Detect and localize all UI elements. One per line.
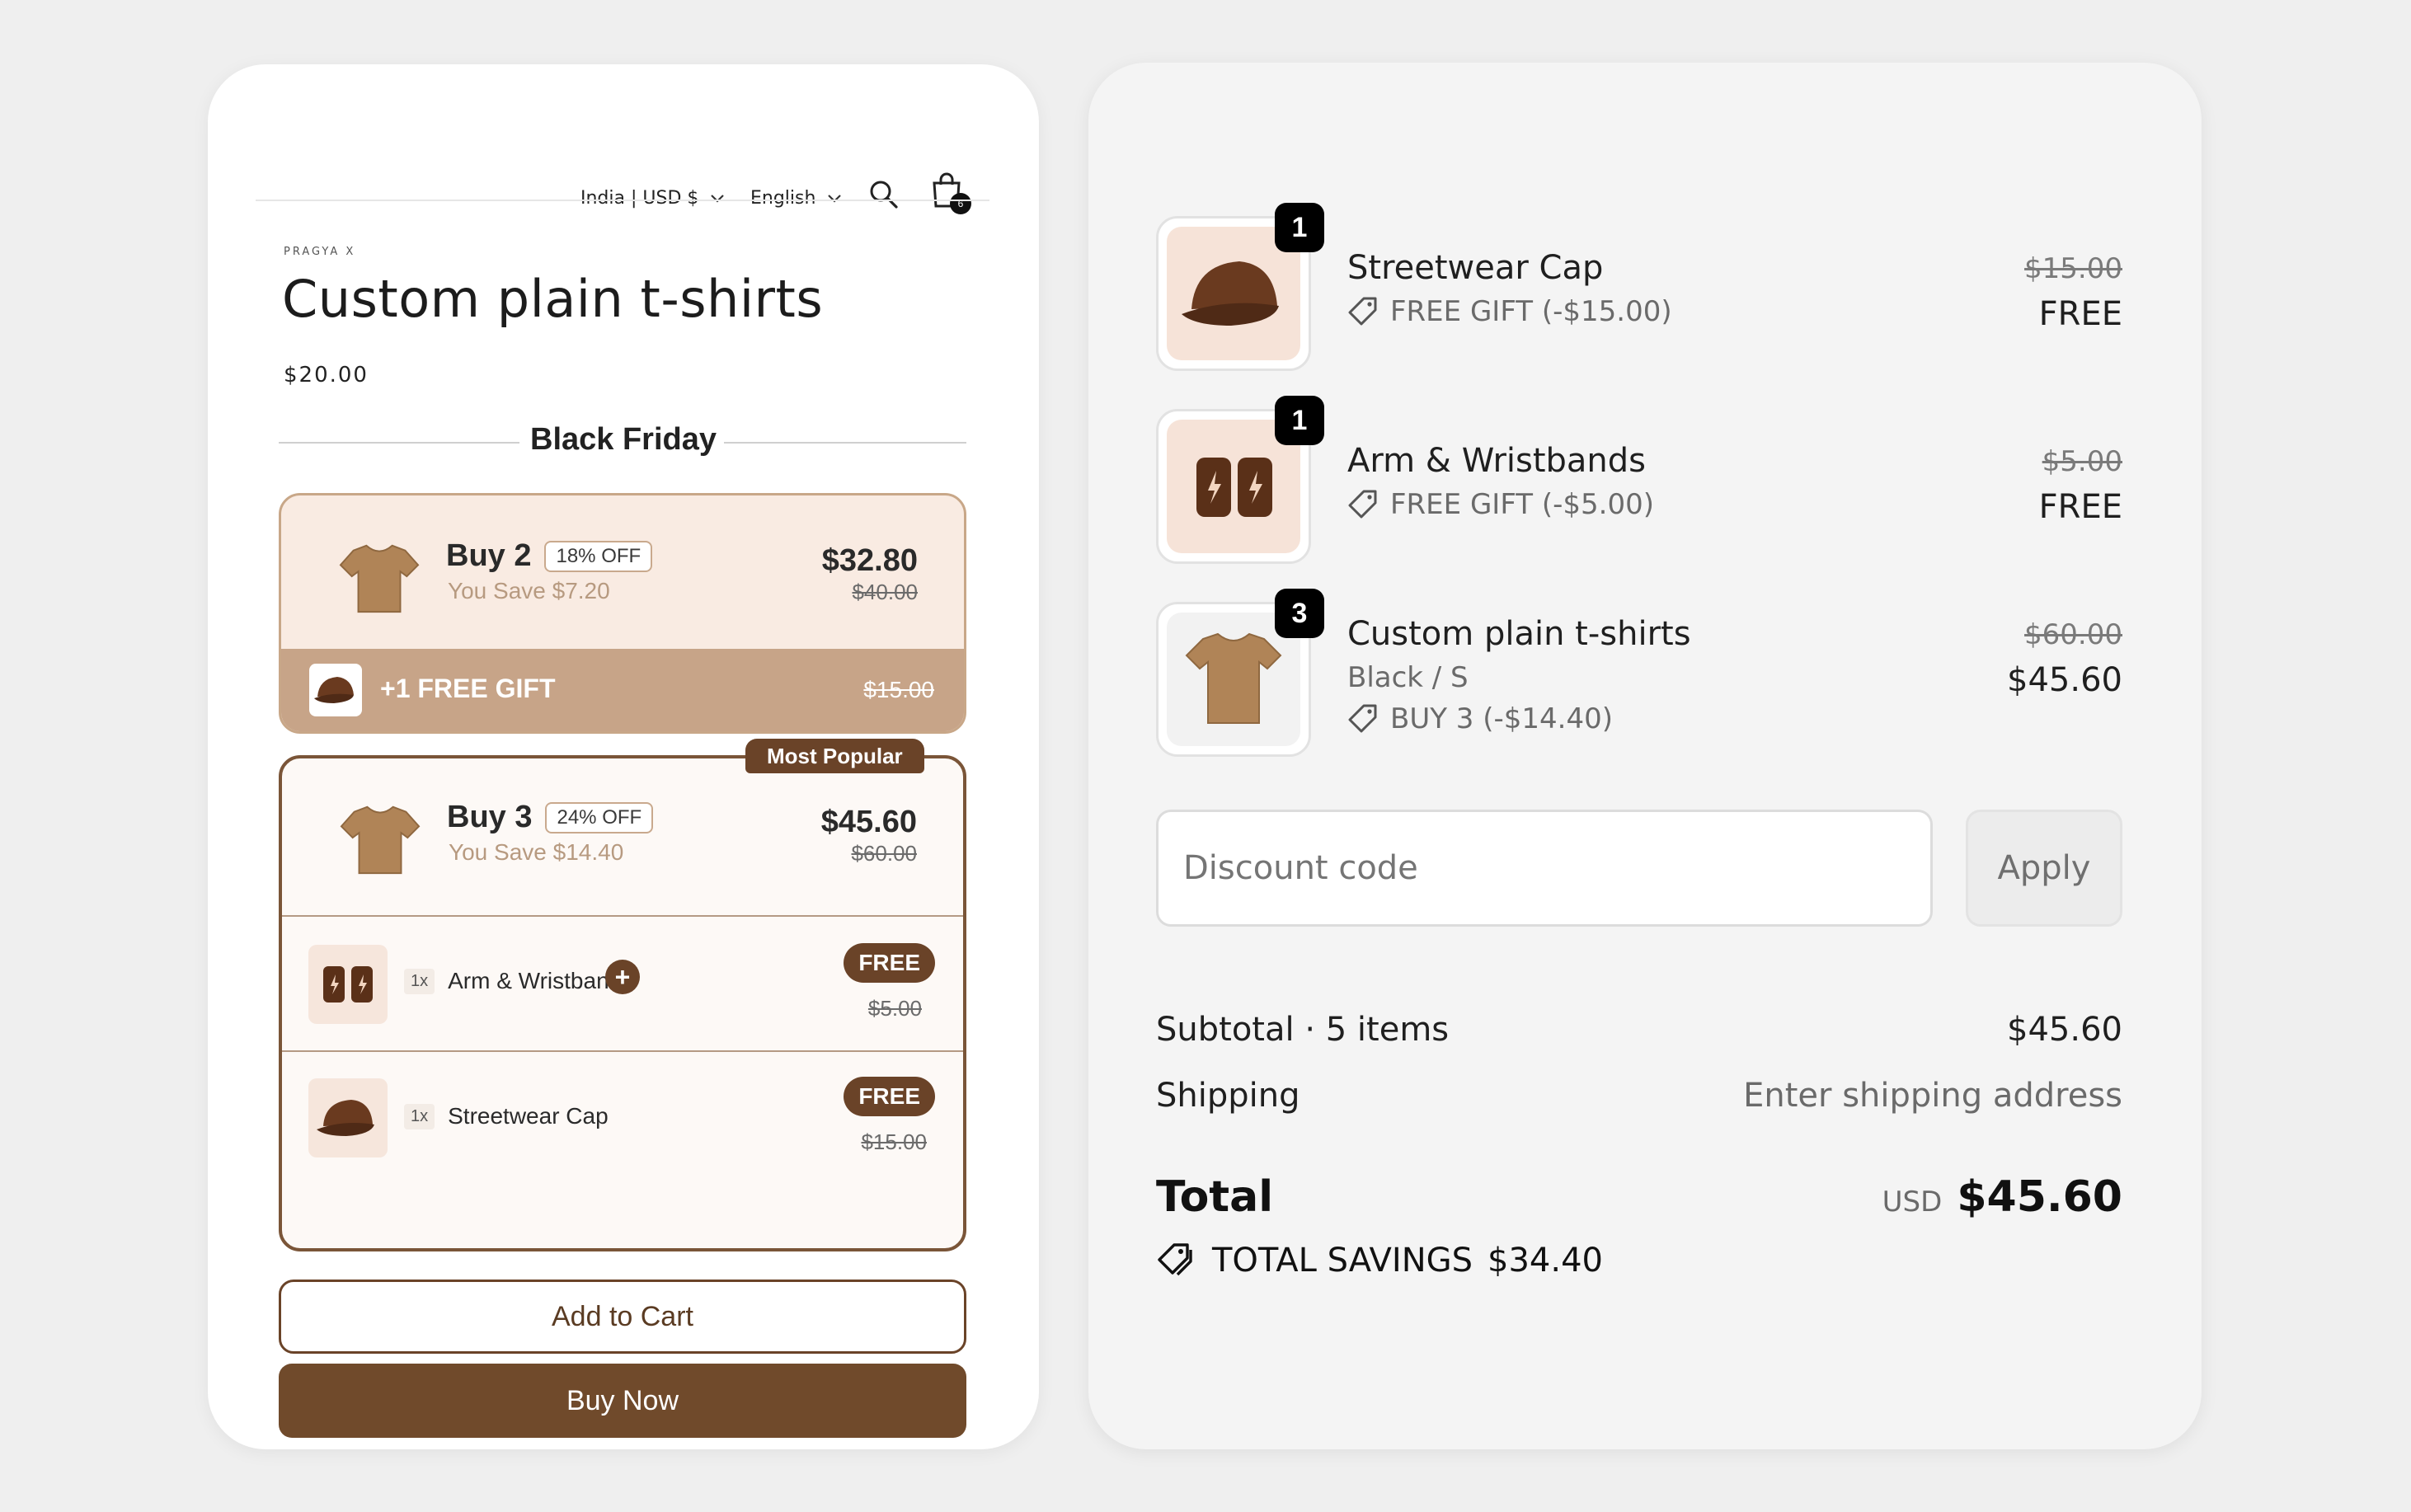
item-title: Arm & Wristbands (1347, 442, 1647, 480)
discount-badge: 24% OFF (545, 801, 654, 833)
discount-text: FREE GIFT (-$15.00) (1390, 295, 1672, 328)
product-price: $20.00 (284, 363, 369, 387)
item-price: FREE (2038, 488, 2122, 526)
discount-text: FREE GIFT (-$5.00) (1390, 488, 1654, 521)
tag-icon (1348, 490, 1377, 519)
wristband-icon (323, 966, 373, 1003)
tshirt-icon (340, 805, 421, 875)
offer-buy-2[interactable]: Buy 2 18% OFF You Save $7.20 $32.80 $40.… (279, 493, 966, 734)
cart-button[interactable]: 6 (930, 171, 976, 221)
buy-now-button[interactable]: Buy Now (279, 1364, 966, 1438)
tag-icon (1348, 704, 1377, 733)
offer-label: Buy 3 (447, 800, 533, 834)
discount-code-input[interactable] (1156, 810, 1933, 927)
savings-text: You Save $14.40 (449, 839, 624, 865)
item-price: $45.60 (2007, 661, 2122, 699)
chevron-down-icon (711, 194, 725, 203)
offer-label: Buy 2 (446, 538, 532, 573)
offer-price: $32.80 (821, 543, 918, 578)
gift-qty: 1x (404, 968, 435, 994)
free-gift-label: +1 FREE GIFT (380, 674, 556, 703)
cap-thumbnail (309, 664, 362, 716)
currency-code: USD (1882, 1186, 1943, 1219)
wristband-thumbnail (308, 945, 388, 1024)
tag-icon (1348, 297, 1377, 326)
gift-name: Streetwear Cap (448, 1103, 609, 1129)
discount-badge: 18% OFF (544, 540, 653, 572)
product-title: Custom plain t-shirts (282, 269, 824, 329)
region-selector[interactable]: India | USD $ (580, 188, 725, 209)
cart-count-badge: 6 (950, 193, 971, 214)
add-to-cart-button[interactable]: Add to Cart (279, 1280, 966, 1354)
total-amount: USD $45.60 (1882, 1172, 2122, 1222)
search-icon[interactable] (867, 178, 900, 211)
apply-button[interactable]: Apply (1966, 810, 2122, 927)
quantity-badge: 1 (1275, 396, 1324, 445)
savings-label: TOTAL SAVINGS (1212, 1242, 1473, 1280)
gift-row-cap: 1x Streetwear Cap FREE $15.00 (282, 1052, 963, 1186)
cap-icon (314, 677, 354, 703)
language-selector[interactable]: English (750, 188, 842, 209)
item-compare-price: $15.00 (2024, 252, 2122, 285)
item-compare-price: $60.00 (2024, 618, 2122, 651)
tshirt-icon (339, 544, 420, 613)
bundle-section-title: Black Friday (530, 422, 717, 457)
gift-compare-price: $15.00 (861, 1129, 927, 1154)
checkout-summary-card: 1 Streetwear Cap FREE GIFT (-$15.00) $15… (1088, 63, 2202, 1449)
tags-icon (1158, 1243, 1192, 1276)
chevron-down-icon (828, 194, 842, 203)
offer-compare-price: $60.00 (851, 841, 917, 866)
subtotal-label: Subtotal · 5 items (1156, 1011, 1450, 1049)
total-label: Total (1156, 1172, 1274, 1222)
quantity-badge: 1 (1275, 203, 1324, 252)
item-discount: FREE GIFT (-$5.00) (1347, 488, 1654, 521)
brand-label: PRAGYA X (284, 246, 356, 258)
cap-thumbnail (308, 1078, 388, 1157)
quantity-badge: 3 (1275, 589, 1324, 638)
item-price: FREE (2038, 295, 2122, 333)
line-item: 3 Custom plain t-shirts Black / S BUY 3 … (1156, 589, 2122, 775)
total-savings: TOTAL SAVINGS $34.40 (1156, 1242, 1603, 1280)
gift-compare-price: $15.00 (863, 677, 934, 702)
free-badge: FREE (844, 1077, 935, 1116)
shipping-value: Enter shipping address (1743, 1077, 2122, 1115)
item-discount: BUY 3 (-$14.40) (1347, 702, 1613, 735)
item-discount: FREE GIFT (-$15.00) (1347, 295, 1672, 328)
free-gift-bar: +1 FREE GIFT $15.00 (281, 649, 964, 731)
offer-compare-price: $40.00 (852, 580, 918, 604)
subtotal-value: $45.60 (2007, 1011, 2122, 1049)
discount-text: BUY 3 (-$14.40) (1390, 702, 1613, 735)
product-card: India | USD $ English 6 PRAGYA X Custom … (208, 64, 1039, 1449)
line-item: 1 Streetwear Cap FREE GIFT (-$15.00) $15… (1156, 203, 2122, 381)
shipping-label: Shipping (1156, 1077, 1300, 1115)
offer-price: $45.60 (820, 805, 917, 839)
header-divider (256, 200, 989, 201)
item-variant: Black / S (1347, 661, 1469, 694)
offer-buy-3[interactable]: Buy 3 24% OFF You Save $14.40 $45.60 $60… (279, 755, 966, 1251)
gift-qty: 1x (404, 1103, 435, 1129)
item-title: Custom plain t-shirts (1347, 615, 1691, 653)
plus-icon: + (605, 960, 640, 994)
item-compare-price: $5.00 (2042, 445, 2122, 478)
line-item: 1 Arm & Wristbands FREE GIFT (-$5.00) $5… (1156, 396, 2122, 574)
item-title: Streetwear Cap (1347, 249, 1604, 287)
most-popular-badge: Most Popular (745, 739, 924, 773)
region-label: India | USD $ (580, 188, 699, 209)
total-value: $45.60 (1957, 1172, 2122, 1222)
savings-text: You Save $7.20 (448, 578, 610, 603)
language-label: English (750, 188, 816, 209)
cap-icon (317, 1100, 374, 1136)
free-badge: FREE (844, 943, 935, 983)
gift-compare-price: $5.00 (867, 996, 922, 1021)
savings-value: $34.40 (1487, 1242, 1603, 1280)
